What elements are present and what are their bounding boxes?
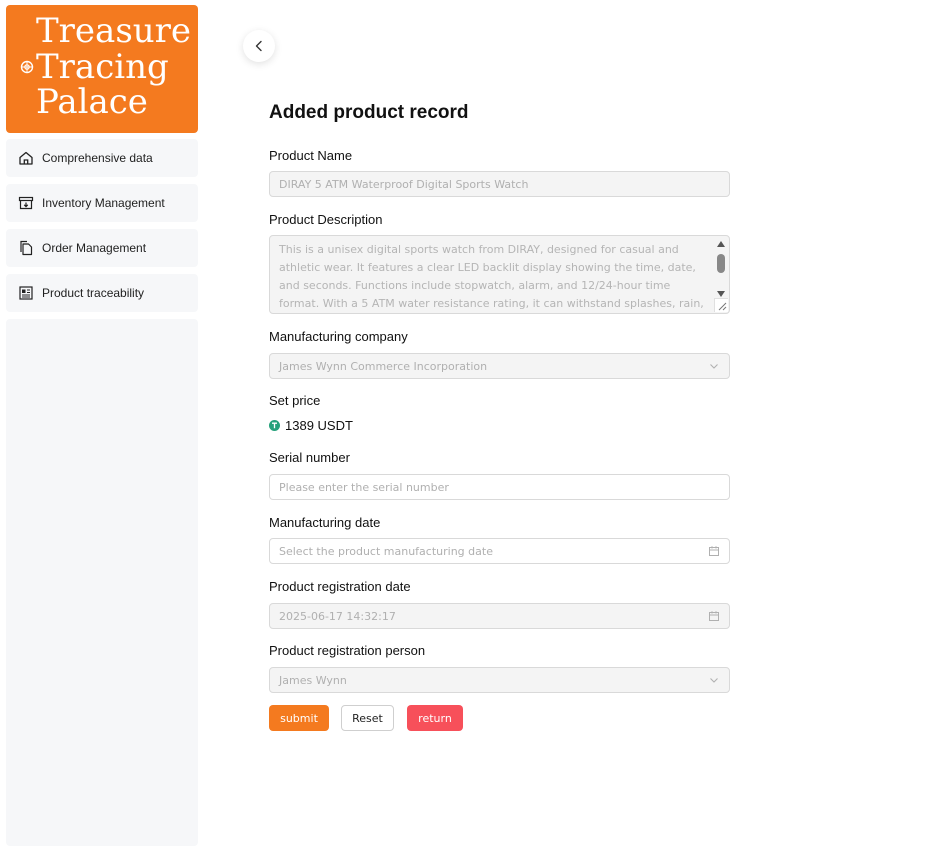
logo-line-1: Treasure — [36, 11, 192, 51]
manufacturing-date-label: Manufacturing date — [269, 515, 381, 530]
submit-button[interactable]: submit — [269, 705, 329, 731]
manufacturing-date-picker[interactable]: Select the product manufacturing date — [269, 538, 730, 564]
product-description-label: Product Description — [269, 212, 383, 227]
price-display: 1389 USDT — [269, 418, 353, 433]
inventory-box-icon — [18, 196, 34, 210]
calendar-icon — [709, 611, 719, 621]
product-name-value: DIRAY 5 ATM Waterproof Digital Sports Wa… — [279, 177, 529, 191]
back-button[interactable] — [243, 30, 275, 62]
product-description-textarea[interactable]: This is a unisex digital sports watch fr… — [269, 235, 730, 314]
chevron-left-icon — [255, 40, 262, 52]
registration-date-label: Product registration date — [269, 579, 411, 594]
registration-person-value: James Wynn — [279, 673, 347, 687]
serial-number-label: Serial number — [269, 450, 350, 465]
return-button[interactable]: return — [407, 705, 463, 731]
manufacturing-company-select[interactable]: James Wynn Commerce Incorporation — [269, 353, 730, 379]
registration-person-label: Product registration person — [269, 643, 426, 658]
sidebar-item-order-management[interactable]: Order Management — [6, 229, 198, 267]
page: Treasure Tracing Palace Comprehensive da… — [0, 0, 936, 852]
logo-emblem-icon — [20, 60, 34, 74]
sidebar-item-product-traceability[interactable]: Product traceability — [6, 274, 198, 312]
sidebar-item-label: Order Management — [42, 241, 147, 255]
sidebar-item-comprehensive-data[interactable]: Comprehensive data — [6, 139, 198, 177]
chevron-down-icon — [710, 364, 718, 369]
home-icon — [19, 151, 33, 165]
logo-line-2: Tracing — [36, 47, 169, 87]
reset-button[interactable]: Reset — [341, 705, 394, 731]
product-description-value: This is a unisex digital sports watch fr… — [279, 243, 704, 310]
textarea-scrollbar[interactable] — [714, 238, 728, 300]
sidebar-item-label: Inventory Management — [42, 196, 165, 210]
sidebar-item-label: Product traceability — [42, 286, 145, 300]
sidebar-item-label: Comprehensive data — [42, 151, 153, 165]
manufacturing-date-placeholder: Select the product manufacturing date — [279, 544, 493, 558]
product-name-label: Product Name — [269, 148, 353, 163]
manufacturing-company-label: Manufacturing company — [269, 329, 408, 344]
price-value: 1389 USDT — [285, 418, 353, 433]
registration-person-select[interactable]: James Wynn — [269, 667, 730, 693]
logo-line-3: Palace — [36, 82, 148, 122]
sidebar-panel — [6, 319, 198, 846]
news-icon — [19, 286, 33, 300]
registration-date-picker[interactable]: 2025-06-17 14:32:17 — [269, 603, 730, 629]
serial-number-input[interactable]: Please enter the serial number — [269, 474, 730, 500]
page-title: Added product record — [269, 102, 469, 123]
chevron-down-icon — [710, 678, 718, 683]
documents-icon — [20, 240, 33, 256]
manufacturing-company-value: James Wynn Commerce Incorporation — [279, 359, 488, 373]
brand-logo[interactable]: Treasure Tracing Palace — [6, 5, 198, 133]
resize-grip-icon[interactable] — [714, 298, 728, 312]
registration-date-value: 2025-06-17 14:32:17 — [279, 609, 396, 623]
serial-number-placeholder: Please enter the serial number — [279, 480, 449, 494]
sidebar-item-inventory-management[interactable]: Inventory Management — [6, 184, 198, 222]
product-name-input[interactable]: DIRAY 5 ATM Waterproof Digital Sports Wa… — [269, 171, 730, 197]
usdt-icon — [269, 420, 280, 431]
set-price-label: Set price — [269, 393, 321, 408]
calendar-icon — [709, 546, 719, 556]
